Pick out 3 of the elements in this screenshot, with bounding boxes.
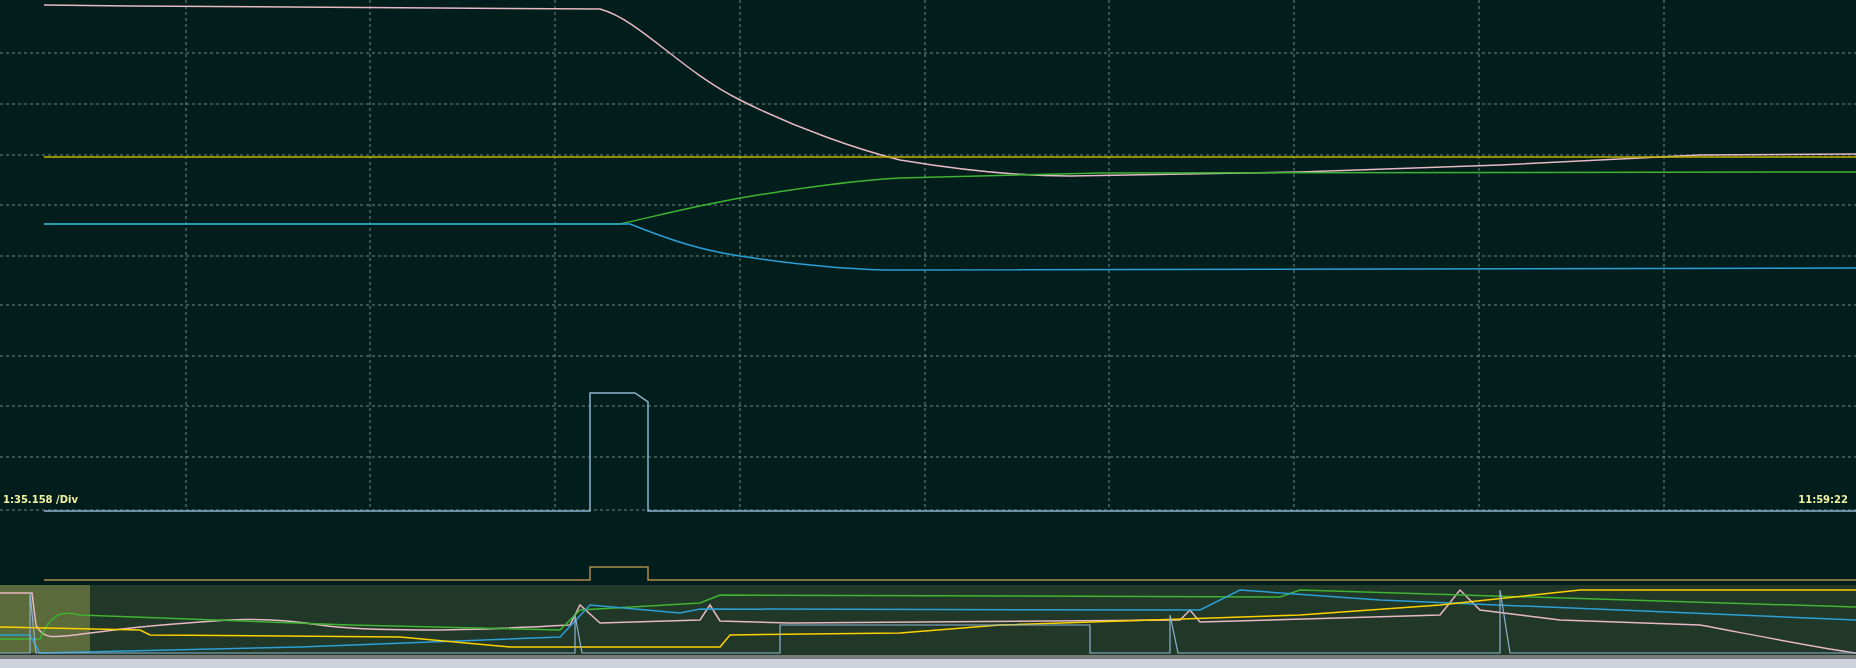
scale-label: 1:35.158 /Div: [3, 493, 78, 507]
scroll-bar[interactable]: [0, 655, 1856, 668]
time-label: 11:59:22: [1798, 493, 1848, 507]
